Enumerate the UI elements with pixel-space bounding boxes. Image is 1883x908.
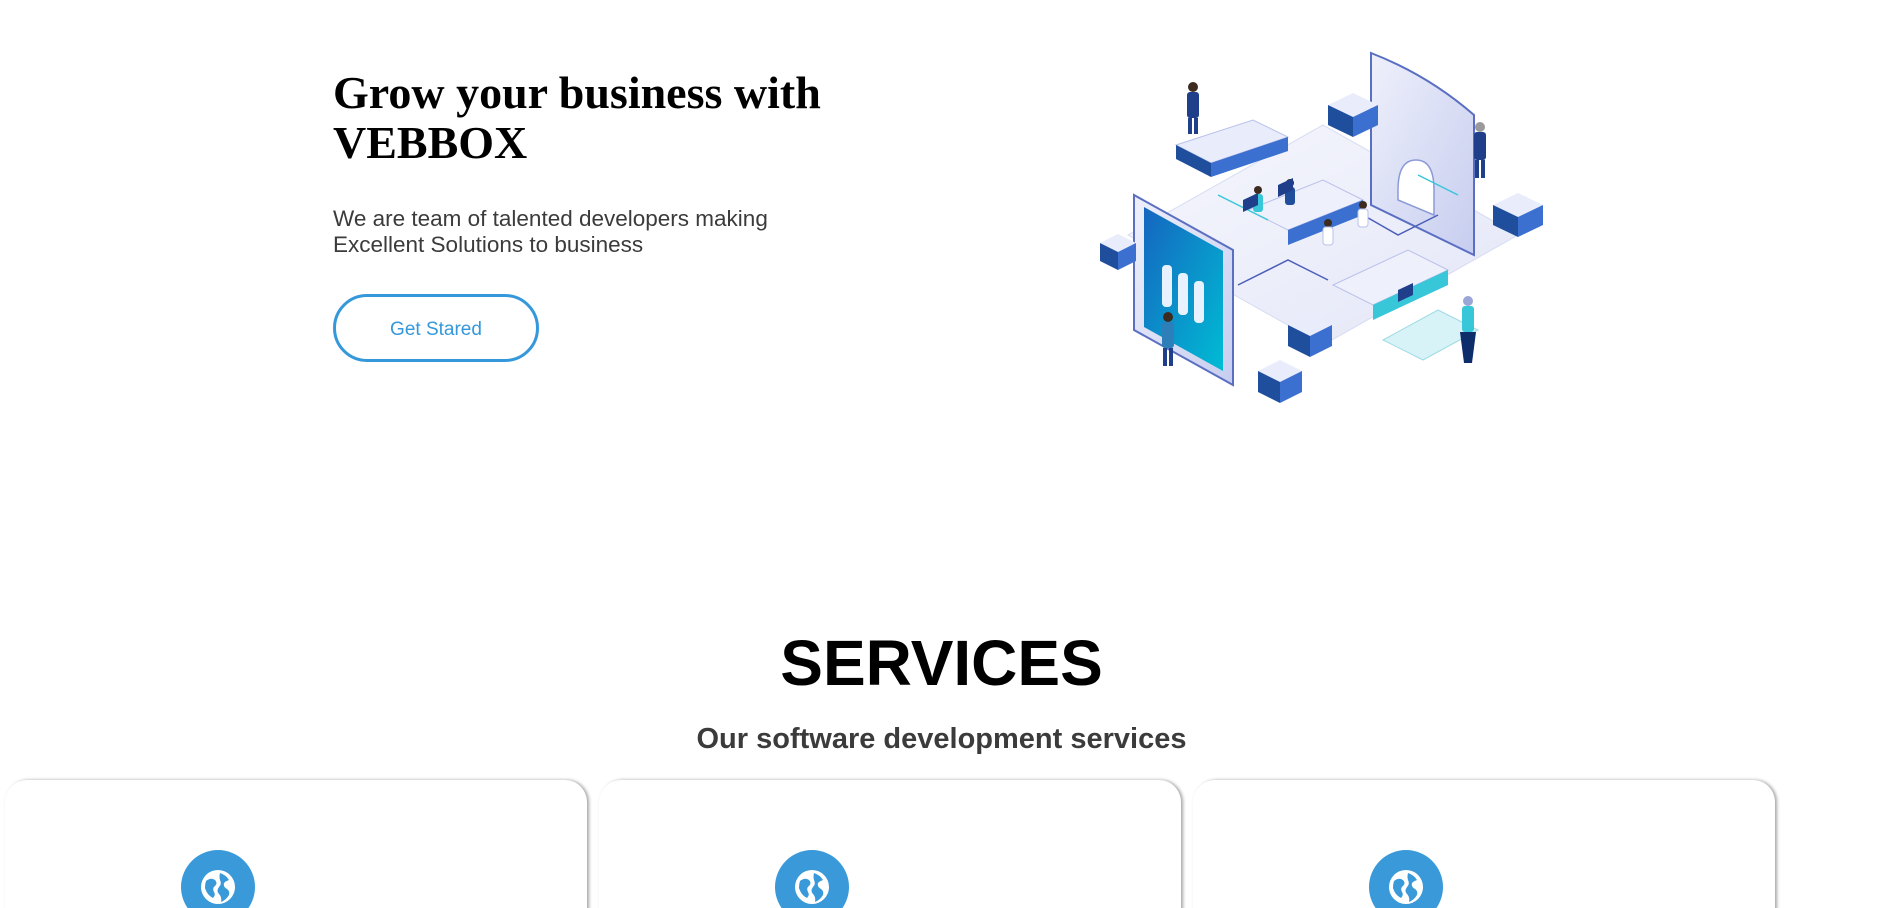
hero-subtitle: We are team of talented developers makin… [333,206,813,258]
services-subtitle: Our software development services [696,723,1187,755]
service-card-3[interactable] [1193,780,1775,908]
hero-subtitle-line-1: We are team of talented developers makin… [333,206,768,231]
service-card-1[interactable] [5,780,587,908]
hero-title: Grow your business with VEBBOX [333,68,853,168]
service-card-2[interactable] [599,780,1181,908]
hero-title-line-1: Grow your business with [333,67,821,118]
hero-text-block: Grow your business with VEBBOX We are te… [333,68,853,258]
globe-icon [775,850,849,908]
get-started-button[interactable]: Get Stared [333,294,539,362]
services-title: SERVICES [780,627,1103,699]
hero-subtitle-line-2: Excellent Solutions to business [333,232,644,257]
globe-icon [1369,850,1443,908]
globe-icon [181,850,255,908]
isometric-office-illustration [1100,51,1543,403]
hero-title-line-2: VEBBOX [333,117,528,168]
